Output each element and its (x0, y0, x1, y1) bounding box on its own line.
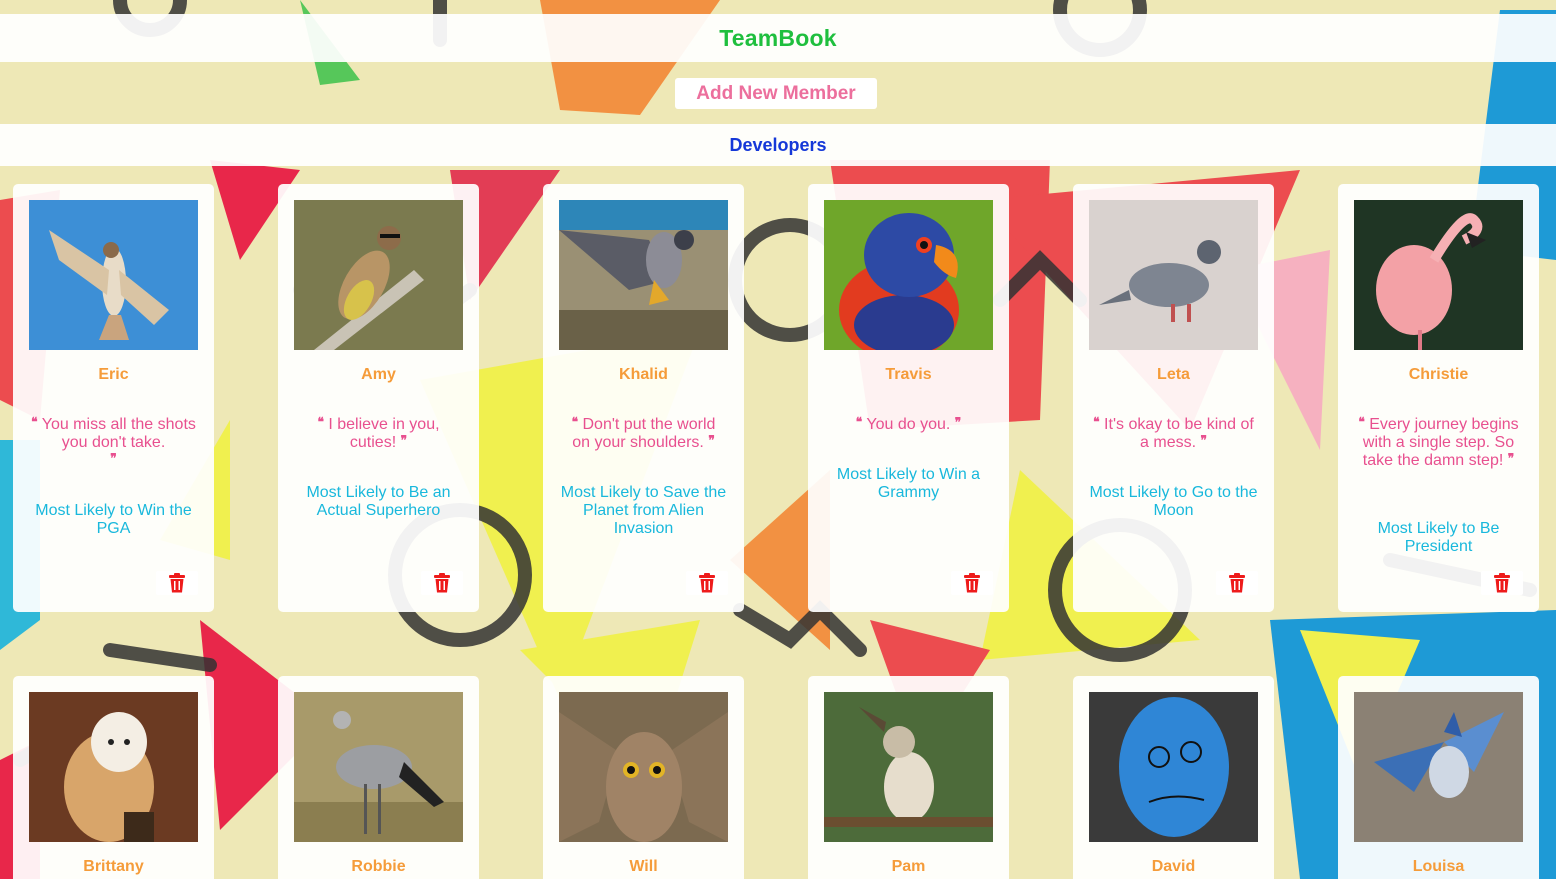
member-name: Leta (1157, 366, 1190, 383)
member-card: Christie ❝ Every journey begins with a s… (1338, 184, 1539, 612)
member-name: Louisa (1412, 858, 1465, 875)
quote-open-icon: ❝ (571, 415, 579, 429)
member-name: Robbie (351, 858, 406, 875)
member-quote: ❝ It's okay to be kind of a mess. ❞ (1093, 415, 1254, 451)
quote-close-icon: ❞ (400, 433, 408, 447)
quote-close-icon: ❞ (110, 451, 117, 465)
member-award: Most Likely to Save the Planet from Alie… (560, 484, 727, 537)
member-quote: ❝ Every journey begins with a single ste… (1358, 415, 1519, 469)
delete-member-button[interactable] (421, 571, 463, 595)
quote-close-icon: ❞ (954, 415, 962, 429)
member-card: David (1073, 676, 1274, 879)
member-quote: ❝ I believe in you, cuties! ❞ (317, 415, 440, 451)
member-card: Khalid ❝ Don't put the world on your sho… (543, 184, 744, 612)
member-name: Brittany (83, 858, 144, 875)
member-award: Most Likely to Be President (1377, 520, 1500, 555)
member-name: Amy (361, 366, 396, 383)
section-title: Developers (729, 134, 827, 155)
delete-member-button[interactable] (1481, 571, 1523, 595)
member-photo (294, 200, 463, 350)
quote-open-icon: ❝ (1358, 415, 1365, 429)
trash-icon (699, 573, 715, 593)
member-name: Christie (1408, 366, 1469, 383)
app-title: TeamBook (719, 24, 837, 51)
member-card: Brittany (13, 676, 214, 879)
member-name: Khalid (619, 366, 668, 383)
member-quote: ❝ You do you. ❞ (855, 415, 962, 433)
member-award: Most Likely to Win a Grammy (836, 466, 981, 501)
member-award: Most Likely to Be an Actual Superhero (306, 484, 451, 519)
section-header: Developers (0, 124, 1556, 166)
quote-open-icon: ❝ (31, 415, 38, 429)
member-card: Travis ❝ You do you. ❞ Most Likely to Wi… (808, 184, 1009, 612)
member-name: Eric (98, 366, 129, 383)
member-card: Leta ❝ It's okay to be kind of a mess. ❞… (1073, 184, 1274, 612)
quote-close-icon: ❞ (708, 433, 715, 447)
delete-member-button[interactable] (1216, 571, 1258, 595)
member-award: Most Likely to Go to the Moon (1089, 484, 1258, 519)
trash-icon (1494, 573, 1510, 593)
trash-icon (1229, 573, 1245, 593)
member-photo (559, 692, 728, 842)
member-photo (559, 200, 728, 350)
member-card: Louisa (1338, 676, 1539, 879)
trash-icon (169, 573, 185, 593)
member-card: Robbie (278, 676, 479, 879)
member-award: Most Likely to Win the PGA (35, 502, 192, 537)
app-header: TeamBook (0, 14, 1556, 62)
add-new-member-button[interactable]: Add New Member (675, 78, 877, 109)
member-card: Amy ❝ I believe in you, cuties! ❞ Most L… (278, 184, 479, 612)
quote-open-icon: ❝ (855, 415, 863, 429)
member-photo (29, 692, 198, 842)
member-name: Pam (891, 858, 926, 875)
quote-open-icon: ❝ (1093, 415, 1100, 429)
member-name: David (1151, 858, 1196, 875)
member-name: Will (629, 858, 658, 875)
delete-member-button[interactable] (951, 571, 993, 595)
member-photo (1354, 692, 1523, 842)
quote-open-icon: ❝ (317, 415, 324, 429)
member-photo (1354, 200, 1523, 350)
member-card: Will (543, 676, 744, 879)
member-card: Pam (808, 676, 1009, 879)
member-photo (294, 692, 463, 842)
member-photo (1089, 200, 1258, 350)
delete-member-button[interactable] (686, 571, 728, 595)
member-photo (824, 692, 993, 842)
member-photo (29, 200, 198, 350)
quote-close-icon: ❞ (1507, 451, 1515, 465)
trash-icon (434, 573, 450, 593)
member-photo (824, 200, 993, 350)
trash-icon (964, 573, 980, 593)
member-quote: ❝ Don't put the world on your shoulders.… (571, 415, 716, 451)
member-quote: ❝ You miss all the shots you don't take.… (31, 415, 196, 465)
member-photo (1089, 692, 1258, 842)
delete-member-button[interactable] (156, 571, 198, 595)
member-name: Travis (885, 366, 932, 383)
member-card: Eric ❝ You miss all the shots you don't … (13, 184, 214, 612)
quote-close-icon: ❞ (1200, 433, 1207, 447)
